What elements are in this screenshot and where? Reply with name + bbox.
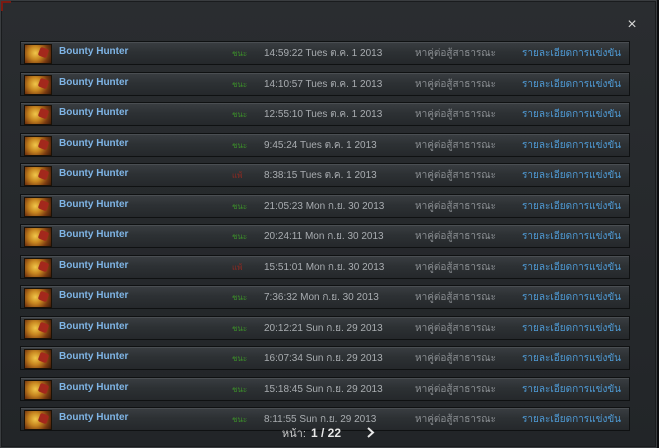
match-datetime: 8:38:15 Tues ต.ค. 1 2013 xyxy=(264,170,377,181)
match-row[interactable]: Bounty Hunter แพ้ 8:38:15 Tues ต.ค. 1 2013… xyxy=(20,163,630,187)
match-result: ชนะ xyxy=(232,384,248,394)
hero-portrait-icon xyxy=(24,74,52,95)
match-details-link[interactable]: รายละเอียดการแข่งขัน xyxy=(522,321,621,336)
match-row[interactable]: Bounty Hunter แพ้ 15:51:01 Mon ก.ย. 30 201… xyxy=(20,254,630,279)
match-details-link[interactable]: รายละเอียดการแข่งขัน xyxy=(522,168,621,183)
lobby-type: หาคู่ต่อสู้สาธารณะ xyxy=(415,48,496,59)
match-result: ชนะ xyxy=(232,110,248,119)
match-datetime: 15:51:01 Mon ก.ย. 30 2013 xyxy=(264,261,385,273)
hero-portrait-icon xyxy=(24,166,52,186)
lobby-type: หาคู่ต่อสู้สาธารณะ xyxy=(415,292,496,303)
hero-portrait-icon xyxy=(24,135,52,156)
hero-name: Bounty Hunter xyxy=(59,320,129,332)
match-result: ชนะ xyxy=(232,232,248,241)
match-details-link[interactable]: รายละเอียดการแข่งขัน xyxy=(522,138,621,153)
match-details-link[interactable]: รายละเอียดการแข่งขัน xyxy=(522,260,621,275)
match-result: ชนะ xyxy=(232,323,248,333)
hero-portrait-icon xyxy=(24,227,52,247)
match-details-link[interactable]: รายละเอียดการแข่งขัน xyxy=(522,46,621,61)
next-page-button[interactable] xyxy=(366,425,375,441)
lobby-type: หาคู่ต่อสู้สาธารณะ xyxy=(415,200,496,212)
hero-portrait-icon xyxy=(24,349,52,369)
match-result: ชนะ xyxy=(232,140,248,150)
hero-portrait-icon xyxy=(24,379,52,400)
hero-name: Bounty Hunter xyxy=(59,76,129,88)
hero-name: Bounty Hunter xyxy=(59,46,129,57)
match-row[interactable]: Bounty Hunter ชนะ 15:18:45 Sun ก.ย. 29 201… xyxy=(20,376,630,401)
match-datetime: 21:05:23 Mon ก.ย. 30 2013 xyxy=(264,200,385,212)
match-datetime: 20:12:21 Sun ก.ย. 29 2013 xyxy=(264,322,383,334)
hero-name: Bounty Hunter xyxy=(59,290,129,301)
hero-name: Bounty Hunter xyxy=(59,107,129,118)
match-row[interactable]: Bounty Hunter ชนะ 20:24:11 Mon ก.ย. 30 201… xyxy=(20,224,630,248)
lobby-type: หาคู่ต่อสู้สาธารณะ xyxy=(415,139,496,151)
match-history-dialog: × Bounty Hunter ชนะ 14:59:22 Tues ต.ค. 1 2… xyxy=(0,0,657,448)
match-result: แพ้ xyxy=(232,171,243,180)
lobby-type: หาคู่ต่อสู้สาธารณะ xyxy=(415,383,496,395)
chevron-right-icon xyxy=(367,427,375,438)
lobby-type: หาคู่ต่อสู้สาธารณะ xyxy=(415,231,496,242)
match-row[interactable]: Bounty Hunter ชนะ 14:59:22 Tues ต.ค. 1 201… xyxy=(20,41,630,65)
match-result: แพ้ xyxy=(232,262,243,272)
match-datetime: 14:10:57 Tues ต.ค. 1 2013 xyxy=(264,78,383,90)
hero-portrait-icon xyxy=(24,288,52,308)
pagination: หน้า: 1 / 22 xyxy=(1,424,656,442)
hero-name: Bounty Hunter xyxy=(59,412,129,423)
hero-name: Bounty Hunter xyxy=(59,229,129,240)
hero-name: Bounty Hunter xyxy=(59,137,129,149)
match-row[interactable]: Bounty Hunter ชนะ 16:07:34 Sun ก.ย. 29 201… xyxy=(20,346,630,370)
lobby-type: หาคู่ต่อสู้สาธารณะ xyxy=(415,322,496,334)
page-indicator: 1 / 22 xyxy=(310,426,342,440)
match-details-link[interactable]: รายละเอียดการแข่งขัน xyxy=(522,351,621,366)
hero-name: Bounty Hunter xyxy=(59,259,129,271)
lobby-type: หาคู่ต่อสู้สาธารณะ xyxy=(415,170,496,181)
hero-name: Bounty Hunter xyxy=(59,168,129,179)
match-result: ชนะ xyxy=(232,293,248,302)
hero-portrait-icon xyxy=(24,44,52,64)
lobby-type: หาคู่ต่อสู้สาธารณะ xyxy=(415,261,496,273)
match-row[interactable]: Bounty Hunter ชนะ 14:10:57 Tues ต.ค. 1 201… xyxy=(20,71,630,96)
match-details-link[interactable]: รายละเอียดการแข่งขัน xyxy=(522,107,621,122)
lobby-type: หาคู่ต่อสู้สาธารณะ xyxy=(415,353,496,364)
match-result: ชนะ xyxy=(232,354,248,363)
match-list: Bounty Hunter ชนะ 14:59:22 Tues ต.ค. 1 201… xyxy=(20,41,630,438)
match-result: ชนะ xyxy=(232,49,248,58)
match-result: ชนะ xyxy=(232,201,248,211)
match-datetime: 12:55:10 Tues ต.ค. 1 2013 xyxy=(264,109,383,120)
hero-name: Bounty Hunter xyxy=(59,198,129,210)
match-datetime: 16:07:34 Sun ก.ย. 29 2013 xyxy=(264,353,383,364)
match-datetime: 9:45:24 Tues ต.ค. 1 2013 xyxy=(264,139,377,151)
match-result: ชนะ xyxy=(232,79,248,89)
hero-name: Bounty Hunter xyxy=(59,381,129,393)
match-row[interactable]: Bounty Hunter ชนะ 20:12:21 Sun ก.ย. 29 201… xyxy=(20,315,630,340)
match-details-link[interactable]: รายละเอียดการแข่งขัน xyxy=(522,382,621,397)
match-row[interactable]: Bounty Hunter ชนะ 9:45:24 Tues ต.ค. 1 2013… xyxy=(20,132,630,157)
hero-portrait-icon xyxy=(24,196,52,217)
match-datetime: 14:59:22 Tues ต.ค. 1 2013 xyxy=(264,48,383,59)
lobby-type: หาคู่ต่อสู้สาธารณะ xyxy=(415,109,496,120)
match-details-link[interactable]: รายละเอียดการแข่งขัน xyxy=(522,229,621,244)
match-datetime: 15:18:45 Sun ก.ย. 29 2013 xyxy=(264,383,383,395)
hero-name: Bounty Hunter xyxy=(59,351,129,362)
hero-portrait-icon xyxy=(24,257,52,278)
match-row[interactable]: Bounty Hunter ชนะ 7:36:32 Mon ก.ย. 30 2013… xyxy=(20,285,630,309)
match-details-link[interactable]: รายละเอียดการแข่งขัน xyxy=(522,199,621,214)
page-label: หน้า: xyxy=(281,428,306,440)
hero-portrait-icon xyxy=(24,318,52,339)
lobby-type: หาคู่ต่อสู้สาธารณะ xyxy=(415,78,496,90)
match-datetime: 20:24:11 Mon ก.ย. 30 2013 xyxy=(264,231,384,242)
close-icon: × xyxy=(627,16,637,33)
corner-accent xyxy=(1,1,11,11)
match-row[interactable]: Bounty Hunter ชนะ 21:05:23 Mon ก.ย. 30 201… xyxy=(20,193,630,218)
match-datetime: 7:36:32 Mon ก.ย. 30 2013 xyxy=(264,292,379,303)
match-row[interactable]: Bounty Hunter ชนะ 12:55:10 Tues ต.ค. 1 201… xyxy=(20,102,630,126)
match-details-link[interactable]: รายละเอียดการแข่งขัน xyxy=(522,290,621,305)
match-details-link[interactable]: รายละเอียดการแข่งขัน xyxy=(522,77,621,92)
hero-portrait-icon xyxy=(24,105,52,125)
close-button[interactable]: × xyxy=(623,16,641,34)
